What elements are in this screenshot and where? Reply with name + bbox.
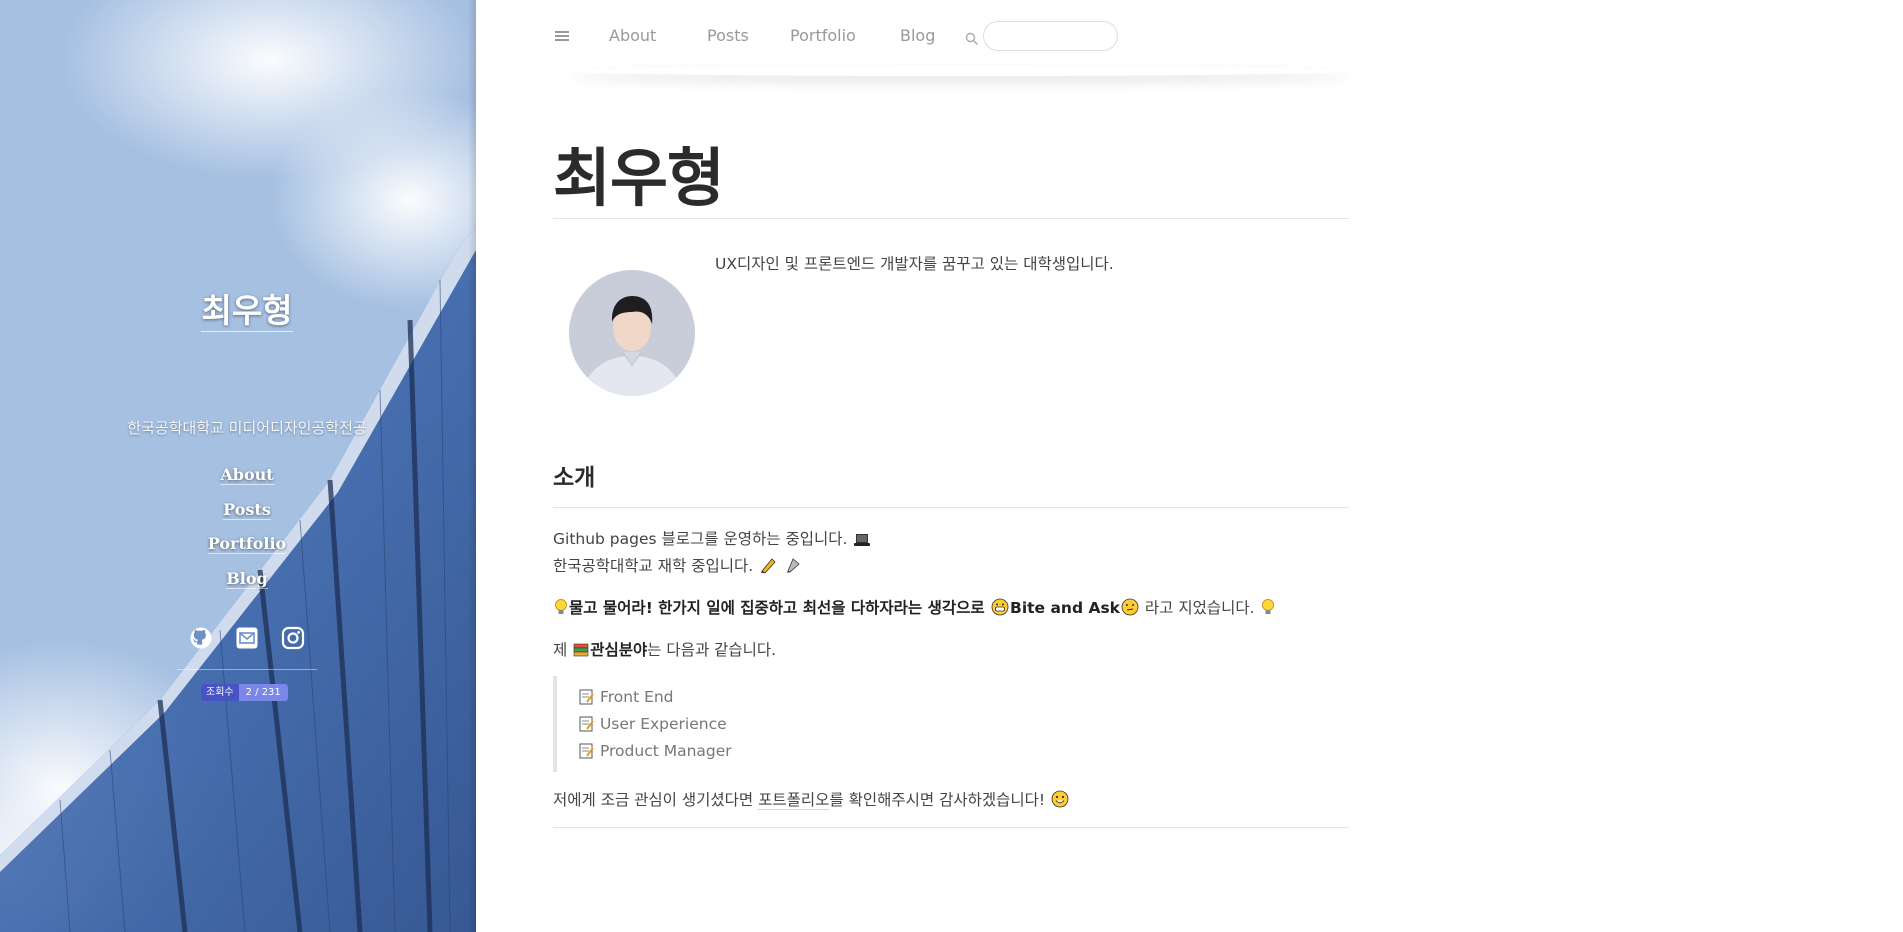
memo-icon — [579, 716, 594, 732]
motto-line: 물고 물어라! 한가지 일에 집중하고 최선을 다하자라는 생각으로 Bite … — [553, 596, 1276, 618]
page-title: 최우형 — [553, 142, 725, 215]
hits-value: 2 / 231 — [238, 684, 288, 701]
github-icon[interactable] — [189, 626, 213, 650]
motto-text: 물고 물어라! 한가지 일에 집중하고 최선을 다하자라는 생각으로 — [569, 599, 991, 617]
grinning-face-icon — [991, 598, 1009, 616]
lightbulb-icon — [555, 599, 567, 614]
interest-highlight: 관심분야 — [590, 641, 648, 659]
hits-badge: 조회수 2 / 231 — [201, 684, 288, 701]
portfolio-link[interactable]: 포트폴리오 — [758, 791, 830, 810]
list-item-label: User Experience — [599, 715, 727, 733]
title-divider — [553, 218, 1349, 219]
sidebar-nav-blog[interactable]: Blog — [0, 562, 494, 597]
sidebar-content: 최우형 한국공학대학교 미디어디자인공학전공 About Posts Portf… — [0, 0, 494, 932]
nav-link-about[interactable]: About — [609, 26, 656, 45]
memo-icon — [579, 743, 594, 759]
line-school: 한국공학대학교 재학 중입니다. — [553, 554, 803, 576]
list-item: Front End — [577, 688, 674, 706]
closing-line: 저에게 조금 관심이 생기셨다면 포트폴리오를 확인해주시면 감사하겠습니다! — [553, 788, 1070, 810]
lightbulb-icon — [1261, 599, 1274, 614]
list-item-label: Front End — [599, 688, 674, 706]
closing-prefix: 저에게 조금 관심이 생기셨다면 — [553, 791, 759, 809]
sidebar-nav-portfolio[interactable]: Portfolio — [0, 527, 494, 562]
hamburger-icon[interactable] — [555, 31, 569, 43]
search-box — [983, 21, 1118, 51]
mail-icon[interactable] — [235, 626, 259, 650]
sidebar-nav-posts[interactable]: Posts — [0, 493, 494, 528]
nav-shadow — [570, 66, 1350, 76]
list-item: Product Manager — [577, 742, 732, 760]
footer-divider — [553, 827, 1349, 828]
motto-suffix: 라고 지었습니다. — [1139, 599, 1255, 617]
nav-link-posts[interactable]: Posts — [707, 26, 749, 45]
section-divider — [553, 507, 1349, 508]
search-input[interactable] — [996, 28, 1110, 45]
interest-suffix: 는 다음과 같습니다. — [647, 641, 777, 659]
hits-label: 조회수 — [201, 684, 239, 701]
line-blog: Github pages 블로그를 운영하는 중입니다. — [553, 527, 872, 549]
memo-icon — [579, 689, 594, 705]
interest-line: 제 관심분야는 다음과 같습니다. — [553, 638, 776, 660]
closing-suffix: 를 확인해주시면 감사하겠습니다! — [829, 791, 1046, 809]
sidebar-subtitle: 한국공학대학교 미디어디자인공학전공 — [127, 419, 367, 437]
nav-link-blog[interactable]: Blog — [900, 26, 935, 45]
interest-list: Front End User Experience Product Manage… — [553, 676, 732, 772]
intro-text: UX디자인 및 프론트엔드 개발자를 꿈꾸고 있는 대학생입니다. — [715, 255, 1114, 273]
search-icon[interactable] — [965, 31, 979, 45]
profile-avatar — [569, 270, 695, 396]
sidebar-title[interactable]: 최우형 — [0, 284, 494, 332]
list-item-label: Product Manager — [599, 742, 732, 760]
line-blog-text: Github pages 블로그를 운영하는 중입니다. — [553, 530, 848, 548]
thinking-face-icon — [1121, 598, 1139, 616]
sidebar-nav-about[interactable]: About — [0, 458, 494, 493]
interest-prefix: 제 — [553, 641, 573, 659]
top-navigation — [476, 0, 1903, 74]
line-school-text: 한국공학대학교 재학 중입니다. — [553, 557, 754, 575]
smiling-face-icon — [1051, 790, 1069, 808]
fountain-pen-icon — [787, 558, 800, 573]
pencil-icon — [761, 558, 776, 574]
laptop-icon — [854, 534, 871, 546]
books-icon — [573, 643, 589, 657]
instagram-icon[interactable] — [281, 626, 305, 650]
sidebar-divider — [177, 669, 317, 670]
motto-highlight: Bite and Ask — [1010, 599, 1120, 617]
list-item: User Experience — [577, 715, 727, 733]
sidebar-nav: About Posts Portfolio Blog — [0, 458, 494, 596]
section-heading: 소개 — [553, 465, 596, 491]
nav-link-portfolio[interactable]: Portfolio — [790, 26, 856, 45]
social-links — [0, 626, 494, 650]
